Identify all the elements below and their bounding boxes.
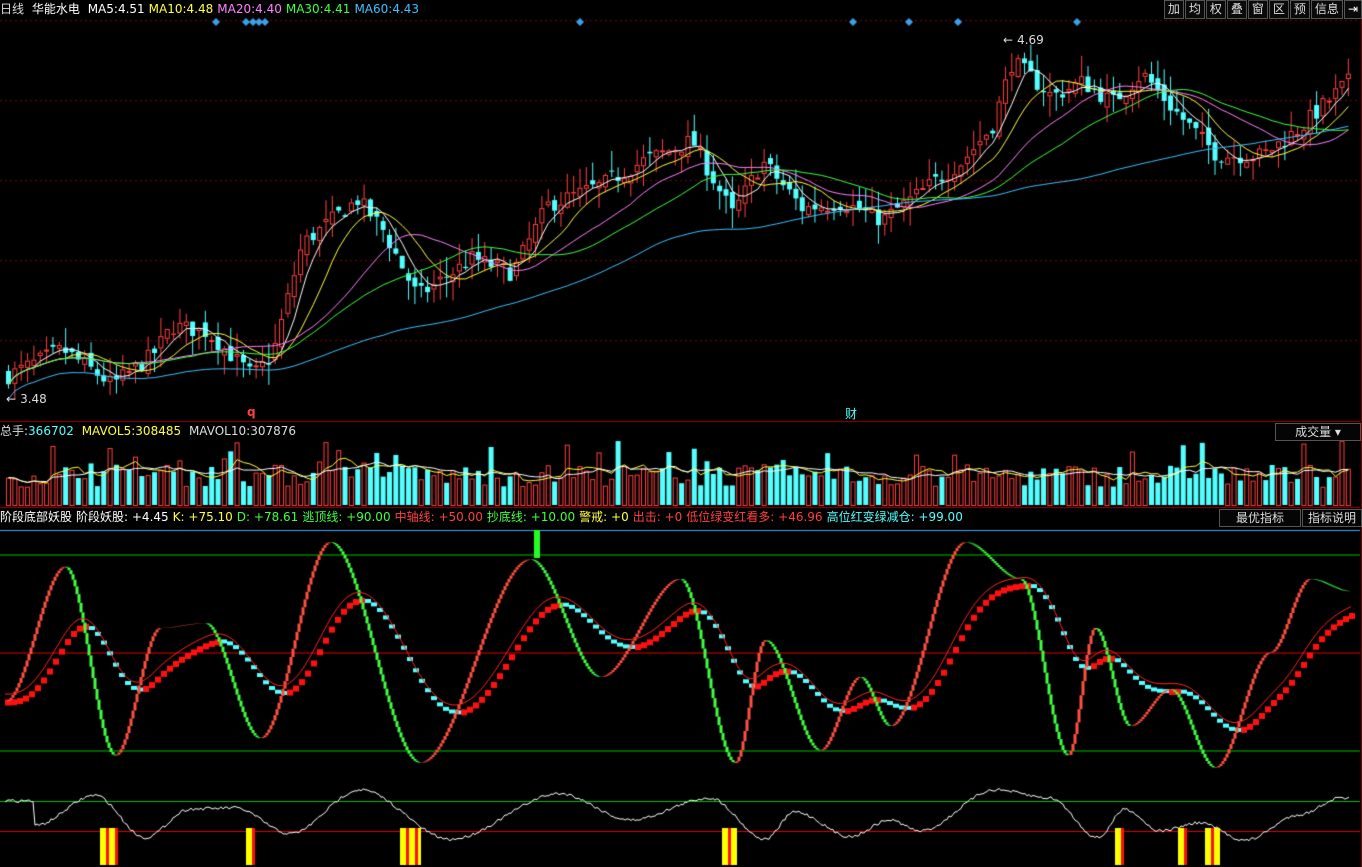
indicator-help-button[interactable]: 指标说明: [1302, 509, 1362, 527]
low-price-label: ← 3.48: [6, 392, 47, 406]
exit-icon[interactable]: ⇥: [1343, 0, 1362, 19]
indicator-item-3: D: +78.61: [236, 510, 299, 524]
volume-selector[interactable]: 成交量 ▾: [1275, 423, 1361, 441]
price-header: 日线 华能水电 MA5:4.51 MA10:4.48 MA20:4.40 MA30:4…: [0, 0, 427, 18]
toolbar-forecast-button[interactable]: 预: [1289, 0, 1310, 19]
period-label: 日线: [0, 2, 25, 16]
toolbar-window-button[interactable]: 窗: [1247, 0, 1268, 19]
indicator-item-5: 中轴线: +50.00: [394, 510, 483, 524]
best-indicator-button[interactable]: 最优指标: [1219, 509, 1301, 527]
total-volume-value: 366702: [28, 424, 74, 438]
indicator-item-1: 阶段妖股: +4.45: [76, 510, 169, 524]
ma-value-0: MA5:: [87, 2, 118, 16]
total-volume-label: 总手:: [0, 424, 29, 438]
ma-number-4: 4.43: [392, 2, 420, 16]
mavol5-value: 308485: [135, 424, 182, 438]
toolbar-add-button[interactable]: 加: [1163, 0, 1184, 19]
ma-value-2: MA20:: [217, 2, 256, 16]
high-price-label: ← 4.69: [1003, 33, 1044, 47]
toolbar-rights-button[interactable]: 权: [1205, 0, 1226, 19]
ma-value-3: MA30:: [285, 2, 324, 16]
ma-number-3: 4.41: [323, 2, 351, 16]
ma-number-0: 4.51: [117, 2, 145, 16]
ma-value-1: MA10:: [148, 2, 187, 16]
indicator-item-6: 抄底线: +10.00: [486, 510, 576, 524]
marker-financial: 财: [845, 407, 858, 421]
stock-name: 华能水电: [31, 2, 80, 16]
mavol10-value: 307876: [250, 424, 296, 438]
chevron-down-icon: ▾: [1334, 425, 1341, 439]
ma-values: MA5:4.51 MA10:4.48 MA20:4.40 MA30:4.41 MA60:…: [88, 2, 423, 16]
ma-value-4: MA60:: [354, 2, 393, 16]
toolbar-average-button[interactable]: 均: [1184, 0, 1205, 19]
indicator-item-2: K: +75.10: [172, 510, 233, 524]
indicator-item-7: 警戒: +0: [579, 510, 629, 524]
indicator-item-9: 低位绿变红看多: +46.96: [686, 510, 823, 524]
indicator-item-8: 出击: +0: [632, 510, 683, 524]
toolbar-info-button[interactable]: 信息: [1310, 0, 1343, 19]
toolbar-overlay-button[interactable]: 叠: [1226, 0, 1247, 19]
ma-number-2: 4.40: [255, 2, 282, 16]
indicator-header: 阶段底部妖股 阶段妖股: +4.45 K: +75.10 D: +78.61 逃顶线: …: [0, 508, 967, 526]
toolbar-range-button[interactable]: 区: [1268, 0, 1289, 19]
mavol10-label: MAVOL10:: [188, 424, 251, 438]
toolbar: 加 均 权 叠 窗 区 预 信息 ⇥: [1163, 0, 1362, 19]
marker-q: q: [247, 405, 256, 419]
ma-number-1: 4.48: [186, 2, 214, 16]
indicator-item-4: 逃顶线: +90.00: [302, 510, 391, 524]
volume-header: 总手:366702 MAVOL5:308485 MAVOL10:307876: [0, 422, 300, 440]
mavol5-label: MAVOL5:: [81, 424, 136, 438]
indicator-item-0: 阶段底部妖股: [0, 510, 73, 524]
indicator-item-10: 高位红变绿减仓: +99.00: [826, 510, 963, 524]
